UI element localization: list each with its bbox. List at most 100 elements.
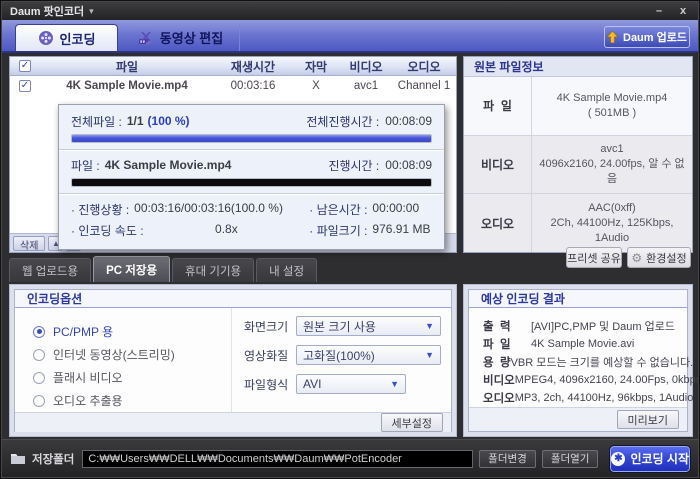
- title-bar: Daum 팟인코더 ▾ – x: [2, 2, 698, 20]
- preview-button[interactable]: 미리보기: [616, 410, 679, 430]
- source-file-name: 4K Sample Movie.mp4: [556, 91, 668, 104]
- change-folder-button[interactable]: 폴더변경: [479, 449, 536, 468]
- source-info-audio-label: 오디오: [464, 194, 532, 253]
- output-value: [AVI]PC,PMP 및 Daum 업로드: [531, 321, 675, 334]
- start-encoding-label: 인코딩 시작: [630, 452, 689, 466]
- column-header-audio[interactable]: 오디오: [392, 58, 456, 75]
- encoding-speed-label: · 인코딩 속도 :: [71, 223, 144, 238]
- source-info-title: 원본 파일정보: [464, 57, 692, 77]
- source-info-file-label: 파 일: [464, 77, 532, 135]
- video-quality-value: 고화질(100%): [303, 348, 375, 363]
- column-header-subtitle[interactable]: 자막: [292, 58, 340, 75]
- file-audio-cell: Channel 1: [397, 80, 451, 92]
- preset-tab-my-settings[interactable]: 내 설정: [256, 258, 318, 282]
- close-button[interactable]: x: [676, 5, 690, 17]
- daum-logo-icon: ✱: [611, 451, 626, 466]
- title-caret-icon[interactable]: ▾: [89, 6, 94, 17]
- radio-icon: [33, 348, 45, 361]
- video-quality-dropdown[interactable]: 고화질(100%) ▼: [296, 345, 441, 365]
- encoding-options-fields: 화면크기 원본 크기 사용 ▼ 영상화질 고화질(100%) ▼ 파일형식 AV…: [232, 308, 451, 412]
- preset-tab-mobile[interactable]: 휴대 기기용: [172, 258, 255, 282]
- radio-audio-extract-label: 오디오 추출용: [53, 394, 123, 408]
- source-audio-detail: 2Ch, 44100Hz, 125Kbps, 1Audio: [550, 216, 674, 244]
- radio-pc-pmp-label: PC/PMP 용: [53, 325, 114, 339]
- source-file-size: ( 501MB ): [587, 106, 637, 119]
- delete-file-button[interactable]: 삭제: [13, 235, 46, 252]
- encoding-options-title: 인코딩옵션: [15, 290, 451, 308]
- current-file-name: 4K Sample Movie.mp4: [104, 158, 232, 172]
- film-reel-icon: [38, 30, 54, 46]
- radio-flash-video-label: 플래시 비디오: [53, 371, 123, 385]
- file-elapsed-value: 00:08:09: [385, 158, 432, 172]
- file-format-value: AVI: [303, 377, 322, 391]
- file-subtitle-cell: X: [312, 80, 320, 92]
- file-size-value: 976.91 MB: [372, 221, 431, 236]
- progress-status-label: · 진행상황 :: [71, 202, 130, 217]
- source-info-audio-row: 오디오 AAC(0xff) 2Ch, 44100Hz, 125Kbps, 1Au…: [464, 194, 692, 253]
- save-folder-label: 저장폴더: [32, 453, 75, 466]
- radio-flash-video[interactable]: 플래시 비디오: [33, 366, 231, 389]
- settings-label: 환경설정: [646, 252, 687, 265]
- total-files-label: 전체파일 :: [71, 114, 122, 129]
- source-audio-codec: AAC(0xff): [588, 201, 636, 214]
- column-header-video[interactable]: 비디오: [340, 58, 392, 75]
- file-format-dropdown[interactable]: AVI ▼: [296, 374, 406, 394]
- folder-icon: [10, 452, 26, 465]
- column-header-file[interactable]: 파일: [40, 58, 214, 75]
- file-row[interactable]: ✓ 4K Sample Movie.mp4 00:03:16 X avc1 Ch…: [10, 76, 456, 96]
- capacity-value: VBR 모드는 크기를 예상할 수 없습니다.: [510, 357, 694, 370]
- preset-tab-web-upload[interactable]: 웹 업로드용: [9, 258, 92, 282]
- daum-upload-button[interactable]: Daum 업로드: [604, 26, 690, 48]
- radio-icon: [33, 394, 45, 407]
- open-folder-button[interactable]: 폴더열기: [541, 449, 599, 468]
- result-video-value: MPEG4, 4096x2160, 24.00Fps, 0kbps: [514, 374, 700, 387]
- current-file-label: 파일 :: [71, 158, 100, 173]
- gear-icon: ⚙: [631, 250, 643, 265]
- column-header-duration[interactable]: 재생시간: [214, 58, 292, 75]
- radio-audio-extract[interactable]: 오디오 추출용: [33, 389, 231, 412]
- expected-result-rows: 출 력 [AVI]PC,PMP 및 Daum 업로드 파 일 4K Sample…: [469, 308, 699, 407]
- expected-result-container: 예상 인코딩 결과 출 력 [AVI]PC,PMP 및 Daum 업로드 파 일…: [463, 284, 699, 437]
- minimize-button[interactable]: –: [652, 5, 666, 17]
- file-progress-bar: [71, 178, 432, 187]
- source-info-file-row: 파 일 4K Sample Movie.mp4 ( 501MB ): [464, 77, 692, 136]
- video-quality-label: 영상화질: [244, 348, 289, 363]
- preset-tab-pc-save[interactable]: PC 저장용: [93, 256, 171, 282]
- detail-settings-button[interactable]: 세부설정: [380, 413, 443, 432]
- total-elapsed-label: 전체진행시간 :: [306, 114, 380, 129]
- radio-selected-icon: [33, 325, 45, 338]
- source-info-video-row: 비디오 avc1 4096x2160, 24.00fps, 알 수 없음: [464, 135, 692, 195]
- radio-internet-streaming-label: 인터넷 동영상(스트리밍): [53, 348, 175, 362]
- remaining-time-value: 00:00:00: [372, 200, 420, 215]
- screen-size-value: 원본 크기 사용: [303, 319, 376, 334]
- daum-upload-label: Daum 업로드: [623, 32, 687, 44]
- file-elapsed-label: 진행시간 :: [328, 158, 380, 173]
- source-video-detail: 4096x2160, 24.00fps, 알 수 없음: [539, 158, 685, 185]
- radio-internet-streaming[interactable]: 인터넷 동영상(스트리밍): [33, 343, 231, 366]
- radio-pc-pmp[interactable]: PC/PMP 용: [33, 320, 231, 343]
- output-label: 출 력: [483, 321, 511, 334]
- total-files-value: 1/1: [126, 114, 144, 128]
- preset-share-label: 프리셋 공유: [567, 252, 621, 265]
- preset-share-button[interactable]: 프리셋 공유: [566, 247, 622, 268]
- encoding-options-container: 인코딩옵션 PC/PMP 용 인터넷 동영상(스트리밍) 플래시 비디오 오디오…: [9, 284, 457, 437]
- settings-button[interactable]: ⚙ 환경설정: [627, 247, 691, 268]
- file-size-label: · 파일크기 :: [309, 223, 368, 238]
- source-video-codec: avc1: [600, 143, 624, 155]
- remaining-time-label: · 남은시간 :: [309, 202, 368, 217]
- main-tab-strip: 인코딩 동영상 편집 Daum 업로드: [2, 20, 698, 53]
- capacity-label: 용 량: [483, 357, 511, 370]
- tab-video-edit[interactable]: 동영상 편집: [122, 24, 240, 51]
- total-progress-fill: [72, 135, 431, 142]
- total-percent: (100 %): [147, 114, 190, 128]
- tab-encoding[interactable]: 인코딩: [15, 24, 118, 51]
- window-title: Daum 팟인코더: [10, 6, 85, 18]
- screen-size-dropdown[interactable]: 원본 크기 사용 ▼: [296, 316, 441, 336]
- select-all-checkbox[interactable]: ✓: [19, 60, 31, 72]
- start-encoding-button[interactable]: ✱ 인코딩 시작: [609, 444, 691, 473]
- save-folder-path-input[interactable]: [82, 449, 474, 468]
- expected-result-title: 예상 인코딩 결과: [469, 290, 687, 309]
- file-row-checkbox[interactable]: ✓: [19, 80, 31, 92]
- bottom-bar: 저장폴더 폴더변경 폴더열기 ✱ 인코딩 시작: [2, 439, 698, 477]
- dialog-divider: [59, 149, 444, 151]
